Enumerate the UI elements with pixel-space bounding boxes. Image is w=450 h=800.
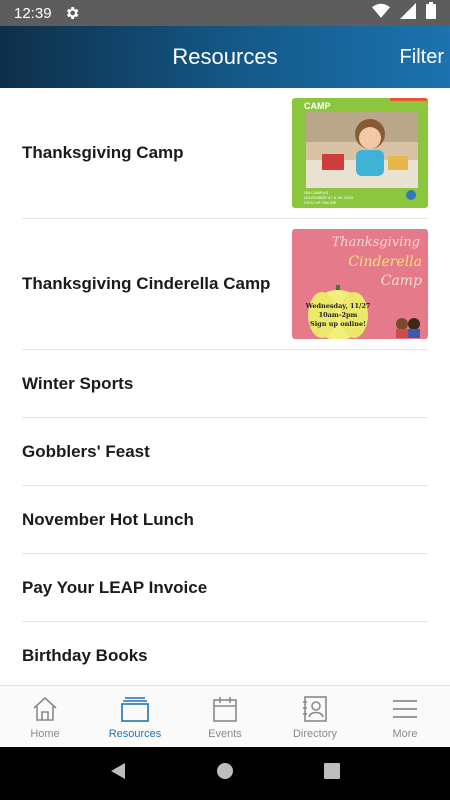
resources-icon (120, 694, 150, 724)
list-item-label: Birthday Books (22, 645, 148, 665)
nav-item-home[interactable]: Home (0, 686, 90, 747)
thumb-camp-title: CAMP (304, 101, 331, 111)
list-item[interactable]: Birthday Books (22, 622, 428, 685)
nav-item-events[interactable]: Events (180, 686, 270, 747)
home-circle-icon[interactable] (216, 762, 234, 785)
list-item[interactable]: Gobblers' Feast (22, 418, 428, 486)
page-title: Resources (172, 44, 278, 69)
nav-item-directory[interactable]: Directory (270, 686, 360, 747)
bottom-nav: Home Resources Events Directory More (0, 685, 450, 747)
resource-list: Thanksgiving Camp CAMP ON CAMPUS NOVEMBE… (0, 88, 450, 685)
list-item[interactable]: Winter Sports (22, 350, 428, 418)
menu-icon (390, 694, 420, 724)
wifi-icon (372, 3, 390, 24)
list-item[interactable]: Thanksgiving Cinderella Camp Thanksgivin… (22, 219, 428, 350)
list-item-label: Gobblers' Feast (22, 441, 150, 461)
list-item-label: Pay Your LEAP Invoice (22, 577, 208, 597)
nav-label-events: Events (208, 728, 242, 740)
list-item-label: Winter Sports (22, 373, 134, 393)
thumb-caption-3: SIGN UP ONLINE (304, 200, 337, 205)
signal-icon (400, 2, 416, 24)
nav-label-more: More (392, 728, 418, 740)
thumb-pumpkin-1: Wednesday, 11/27 (305, 302, 371, 310)
list-item[interactable]: Thanksgiving Camp CAMP ON CAMPUS NOVEMBE… (22, 88, 428, 219)
thumb-title-3: Camp (381, 273, 422, 289)
list-item[interactable]: November Hot Lunch (22, 486, 428, 554)
thumb-title-1: Thanksgiving (332, 235, 420, 250)
system-nav-bar (0, 747, 450, 800)
home-icon (30, 694, 60, 724)
nav-label-resources: Resources (108, 728, 162, 740)
nav-item-resources[interactable]: Resources (90, 686, 180, 747)
recents-icon[interactable] (324, 763, 340, 784)
list-item-label: Thanksgiving Cinderella Camp (22, 274, 271, 293)
status-time: 12:39 (14, 4, 52, 22)
calendar-icon (210, 694, 240, 724)
directory-icon (300, 694, 330, 724)
filter-button[interactable]: Filter (400, 26, 444, 88)
battery-icon (426, 2, 436, 24)
list-item[interactable]: Pay Your LEAP Invoice (22, 554, 428, 622)
status-bar: 12:39 (0, 0, 450, 26)
cinderella-camp-thumbnail: Thanksgiving Cinderella Camp Wednesday, … (292, 229, 428, 339)
nav-label-home: Home (30, 728, 60, 740)
settings-gear-icon (64, 5, 80, 21)
back-icon[interactable] (110, 762, 126, 785)
thanksgiving-camp-thumbnail: CAMP ON CAMPUS NOVEMBER 27 & 28, 2019 SI… (292, 98, 428, 208)
list-item-label: Thanksgiving Camp (22, 143, 184, 162)
thumb-title-2: Cinderella (348, 254, 422, 270)
list-item-label: November Hot Lunch (22, 509, 194, 529)
nav-item-more[interactable]: More (360, 686, 450, 747)
nav-label-directory: Directory (292, 728, 337, 740)
app-bar: Resources Filter (0, 26, 450, 88)
thumb-pumpkin-3: Sign up online! (310, 320, 366, 328)
thumb-pumpkin-2: 10am-2pm (319, 311, 358, 319)
